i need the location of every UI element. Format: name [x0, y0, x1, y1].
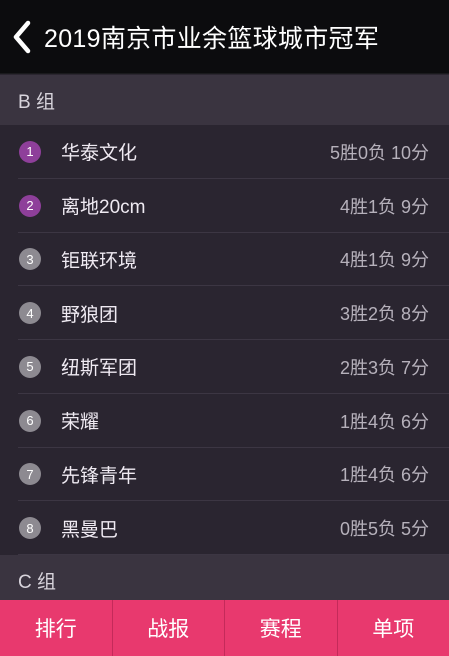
team-name: 华泰文化 [61, 143, 138, 165]
rank-badge: 1 [19, 140, 41, 163]
team-record: 0胜5负 5分 [339, 519, 429, 540]
rank-badge: 3 [19, 248, 41, 271]
team-record: 1胜4负 6分 [339, 411, 429, 432]
tab-individual[interactable]: 单项 [338, 600, 449, 656]
team-record: 1胜4负 6分 [339, 465, 429, 486]
bottom-tab-bar: 排行 战报 赛程 单项 [0, 600, 449, 656]
rank-badge: 7 [19, 463, 41, 486]
top-bar: 2019南京市业余篮球城市冠军 [0, 0, 449, 74]
team-name: 钜联环境 [61, 250, 138, 272]
standings-row[interactable]: 3 钜联环境 4胜1负 9分 [0, 232, 449, 287]
tab-rankings[interactable]: 排行 [0, 600, 113, 656]
back-button[interactable] [0, 0, 44, 74]
standings-row[interactable]: 2 离地20cm 4胜1负 9分 [0, 178, 449, 233]
rank-badge: 2 [19, 194, 41, 217]
standings-row[interactable]: 5 纽斯军团 2胜3负 7分 [0, 340, 449, 394]
team-record: 4胜1负 9分 [339, 196, 429, 217]
standings-row[interactable]: 4 野狼团 3胜2负 8分 [0, 286, 449, 340]
chevron-left-icon [13, 20, 31, 53]
tab-reports[interactable]: 战报 [113, 600, 225, 656]
standings-row[interactable]: 8 黑曼巴 0胜5负 5分 [0, 501, 449, 555]
standings-list: 1 华泰文化 5胜0负 10分 2 离地20cm 4胜1负 9分 3 钜联环境 … [0, 125, 449, 555]
standings-row[interactable]: 1 华泰文化 5胜0负 10分 [0, 125, 449, 179]
rank-badge: 4 [19, 302, 41, 325]
rank-badge: 5 [19, 355, 41, 378]
rank-badge: 6 [19, 409, 41, 432]
team-name: 离地20cm [61, 197, 146, 219]
group-header-c[interactable]: C 组 [0, 555, 449, 605]
team-record: 4胜1负 9分 [339, 250, 429, 271]
team-name: 纽斯军团 [61, 358, 138, 380]
standings-row[interactable]: 7 先锋青年 1胜4负 6分 [0, 447, 449, 502]
team-record: 3胜2负 8分 [339, 304, 429, 325]
team-name: 荣耀 [61, 412, 100, 434]
team-name: 黑曼巴 [61, 519, 119, 541]
team-name: 先锋青年 [61, 465, 138, 487]
page-title: 2019南京市业余篮球城市冠军 [44, 24, 380, 53]
standings-row[interactable]: 6 荣耀 1胜4负 6分 [0, 393, 449, 448]
tab-schedule[interactable]: 赛程 [225, 600, 338, 656]
group-header-b: B 组 [0, 75, 449, 125]
team-record: 5胜0负 10分 [329, 142, 429, 163]
team-record: 2胜3负 7分 [339, 357, 429, 378]
rank-badge: 8 [19, 517, 41, 540]
team-name: 野狼团 [61, 304, 119, 326]
